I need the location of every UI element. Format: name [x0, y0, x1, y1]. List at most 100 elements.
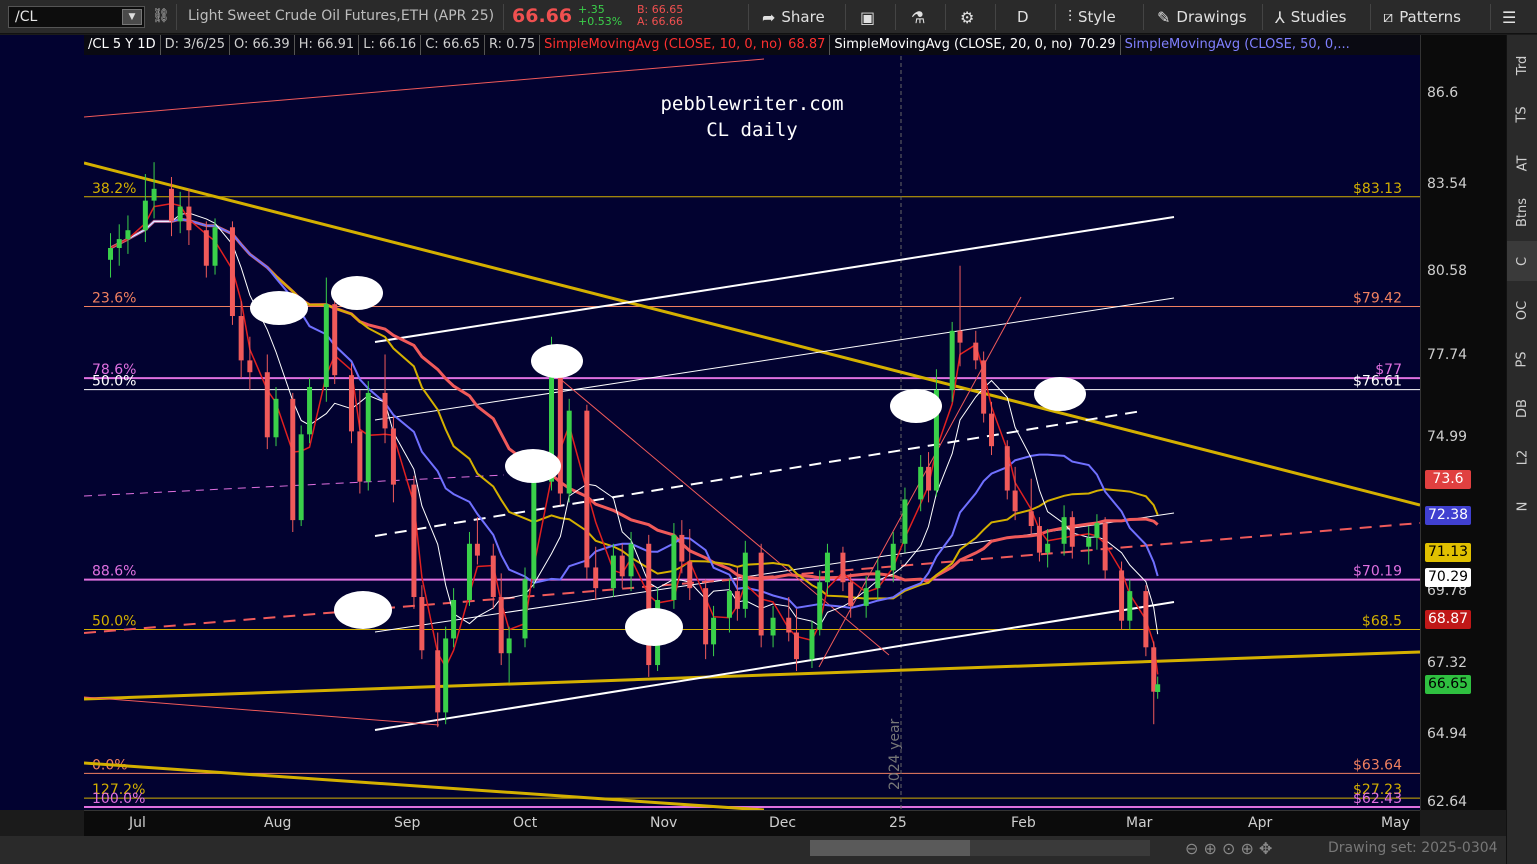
candle-body: [116, 239, 122, 248]
candle-body: [687, 561, 693, 589]
symbol-dropdown-icon[interactable]: ▼: [122, 9, 142, 25]
candle-body: [1028, 511, 1034, 527]
fib-price-label: $79.42: [1353, 291, 1402, 307]
sidebar-tab-label: C: [1514, 256, 1530, 266]
sidebar-tab-n[interactable]: N: [1507, 486, 1537, 526]
time-tick-label: May: [1381, 815, 1410, 831]
annotation-ellipse: [250, 291, 308, 325]
price-tick-label: 86.6: [1427, 85, 1459, 102]
snapshot-button[interactable]: ▣: [860, 6, 875, 28]
candle-body: [1086, 537, 1092, 547]
style-button[interactable]: ⫶ Style: [1068, 6, 1116, 28]
toolbar-divider: [1370, 4, 1371, 30]
timeframe-button[interactable]: D: [1017, 6, 1029, 28]
candle-body: [1119, 570, 1125, 621]
drawing-set-label: Drawing set: 2025-0304: [1328, 840, 1498, 856]
candle-body: [593, 567, 599, 589]
style-label: Style: [1078, 8, 1116, 26]
fib-price-label: $63.64: [1353, 757, 1402, 773]
annotation-ellipse: [1034, 377, 1086, 411]
sidebar-tab-label: L2: [1514, 449, 1530, 465]
scrollbar-thumb[interactable]: [810, 840, 970, 856]
lab-button[interactable]: ⚗: [911, 6, 925, 28]
fib-percent-label: 23.6%: [92, 291, 136, 307]
candle-body: [238, 316, 244, 361]
candle-body: [875, 570, 881, 589]
candle-body: [531, 481, 537, 580]
crosshair-icon[interactable]: ⊕: [1241, 839, 1254, 858]
candle-body: [1036, 526, 1042, 553]
sidebar-tab-c[interactable]: C: [1507, 241, 1537, 281]
annotation-ellipse: [890, 389, 942, 423]
candle-body: [474, 543, 480, 556]
candle-body: [848, 582, 854, 606]
sidebar-tab-oc[interactable]: OC: [1507, 290, 1537, 330]
candle-body: [1102, 523, 1108, 571]
candle-body: [229, 227, 235, 317]
bottom-bar: ⊖ ⊕ ⊙ ⊕ ✥ Drawing set: 2025-0304: [0, 836, 1506, 864]
chart-canvas[interactable]: 38.2% $83.1323.6% $79.4278.6% $7750.0% $76.6…: [84, 35, 1420, 810]
header-sma10[interactable]: SimpleMovingAvg (CLOSE, 10, 0, no): [540, 35, 784, 55]
toolbar-divider: [176, 4, 177, 30]
candle-body: [108, 247, 114, 260]
candle-body: [734, 591, 740, 609]
chart-scrollbar[interactable]: [810, 840, 1150, 856]
pan-icon[interactable]: ✥: [1259, 839, 1272, 858]
candle-body: [957, 330, 963, 343]
zoom-in-icon[interactable]: ⊕: [1204, 839, 1217, 858]
link-icon[interactable]: ⛓: [152, 8, 170, 26]
price-tag: 68.87: [1425, 609, 1471, 629]
time-axis[interactable]: Jul Aug Sep Oct Nov Dec 25 Feb Mar Apr May: [84, 810, 1420, 836]
symbol-input[interactable]: /CL ▼: [8, 6, 145, 28]
candle-body: [451, 599, 457, 639]
candle-body: [323, 304, 329, 388]
sidebar-tab-l2[interactable]: L2: [1507, 437, 1537, 477]
sidebar-tab-trd[interactable]: Trd: [1507, 45, 1537, 85]
share-button[interactable]: ➦ Share: [762, 6, 825, 28]
toolbar-divider: [1490, 4, 1491, 30]
price-axis[interactable]: 86.6 83.54 80.58 77.74 74.99 69.78 67.32 64.94 6…: [1420, 35, 1506, 810]
candle-body: [411, 484, 417, 598]
net-change: +.35 +0.53%: [578, 4, 622, 28]
price-tick-label: 74.99: [1427, 428, 1468, 445]
header-sma20[interactable]: SimpleMovingAvg (CLOSE, 20, 0, no): [830, 35, 1074, 55]
header-open: O: 66.39: [230, 35, 295, 55]
sidebar-tab-btns[interactable]: Btns: [1507, 192, 1537, 232]
toolbar-divider: [895, 4, 896, 30]
sidebar-tab-label: DB: [1515, 398, 1530, 418]
toolbar-divider: [748, 4, 749, 30]
price-chart[interactable]: 38.2% $83.13 23.6% $79.42 78.6% $77 50.0% $76.6…: [84, 35, 1420, 810]
candle-body: [840, 552, 846, 583]
candle-body: [1143, 591, 1149, 648]
annotation-ellipse: [331, 276, 383, 310]
studies-button[interactable]: ⅄ Studies: [1275, 6, 1346, 28]
menu-button[interactable]: ☰: [1502, 6, 1516, 28]
price-tag: 66.65: [1425, 675, 1471, 695]
sidebar-tab-at[interactable]: AT: [1507, 143, 1537, 183]
settings-button[interactable]: ⚙: [960, 6, 974, 28]
candle-body: [1004, 446, 1010, 491]
patterns-button[interactable]: ⧄ Patterns: [1383, 6, 1461, 28]
drawings-button[interactable]: ✎ Drawings: [1157, 6, 1247, 28]
candle-body: [566, 410, 572, 494]
price-tick-label: 67.32: [1427, 655, 1468, 672]
candle-body: [646, 543, 652, 666]
time-tick-label: Sep: [394, 815, 421, 831]
zoom-fit-icon[interactable]: ⊙: [1222, 839, 1235, 858]
candle-body: [1127, 591, 1133, 621]
share-icon: ➦: [762, 7, 776, 27]
period-label: 2024 year: [887, 718, 903, 790]
candle-body: [824, 552, 830, 583]
sidebar-tab-ts[interactable]: TS: [1507, 94, 1537, 134]
zoom-out-icon[interactable]: ⊖: [1185, 839, 1198, 858]
sidebar-tab-db[interactable]: DB: [1507, 388, 1537, 428]
header-sma50[interactable]: SimpleMovingAvg (CLOSE, 50, 0,...: [1121, 35, 1354, 55]
timeframe-label: D: [1017, 8, 1029, 26]
sidebar-tab-ps[interactable]: PS: [1507, 339, 1537, 379]
candle-body: [1045, 543, 1051, 553]
candle-body: [786, 617, 792, 633]
candle-body: [703, 588, 709, 645]
candle-body: [817, 582, 823, 630]
candle-body: [1155, 684, 1161, 692]
candle-body: [522, 579, 528, 639]
